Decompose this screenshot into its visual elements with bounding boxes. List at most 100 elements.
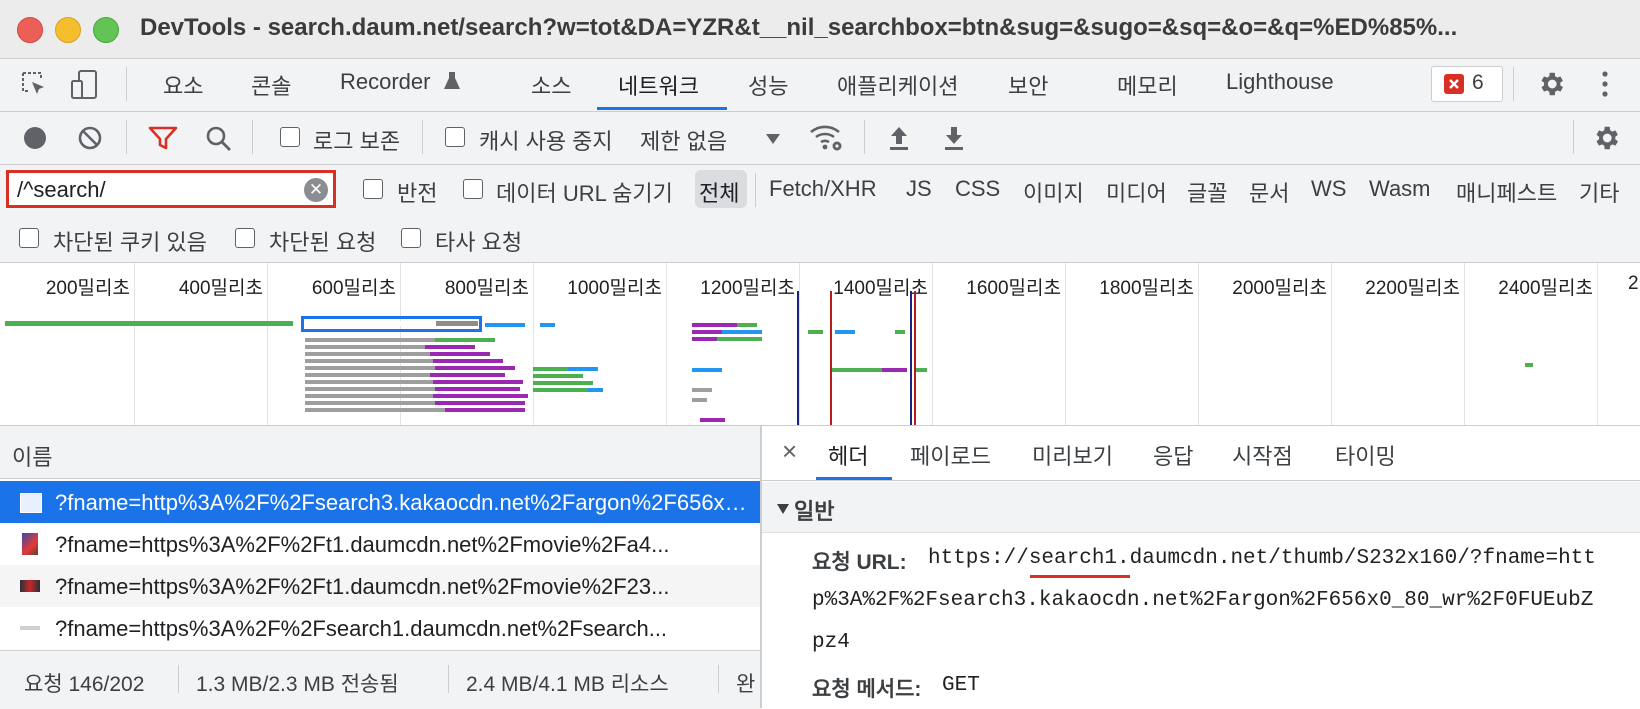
type-filter-ws[interactable]: WS	[1311, 176, 1346, 202]
divider	[718, 665, 719, 693]
tab-recorder[interactable]: Recorder	[340, 69, 461, 97]
table-row[interactable]: ?fname=https%3A%2F%2Ft1.daumcdn.net%2Fmo…	[0, 523, 760, 565]
import-har-icon[interactable]	[887, 124, 911, 157]
tab-lighthouse[interactable]: Lighthouse	[1226, 69, 1334, 95]
disable-cache-checkbox[interactable]	[445, 127, 465, 147]
request-list-header[interactable]: 이름	[0, 426, 760, 479]
table-row[interactable]: ?fname=https%3A%2F%2Fsearch1.daumcdn.net…	[0, 607, 760, 649]
filter-input[interactable]	[15, 175, 309, 205]
divider	[755, 173, 756, 207]
type-filter-all[interactable]: 전체	[699, 176, 739, 208]
waterfall-bar	[533, 367, 568, 371]
third-party-label: 타사 요청	[435, 230, 523, 255]
waterfall-bar	[835, 330, 855, 334]
blocked-requests-checkbox[interactable]	[235, 228, 255, 248]
timeline-gridline	[1597, 263, 1598, 425]
search-icon[interactable]	[205, 125, 233, 158]
close-window-button[interactable]	[17, 17, 43, 43]
tab-initiator[interactable]: 시작점	[1232, 439, 1293, 471]
throttling-select[interactable]: 제한 없음	[640, 124, 727, 156]
active-tab-indicator	[597, 107, 727, 110]
image-thumbnail-icon	[20, 626, 40, 630]
device-toolbar-icon[interactable]	[70, 69, 100, 106]
type-filter-wasm[interactable]: Wasm	[1369, 176, 1431, 202]
hide-data-urls-checkbox[interactable]	[463, 179, 483, 199]
type-filter-image[interactable]: 이미지	[1023, 176, 1084, 208]
tab-network[interactable]: 네트워크	[618, 69, 699, 101]
transferred-size: 1.3 MB/2.3 MB 전송됨	[196, 673, 399, 696]
request-url-value-line2: p%3A%2F%2Fsearch3.kakaocdn.net%2Fargon%2…	[812, 589, 1594, 612]
preserve-log-checkbox[interactable]	[280, 127, 300, 147]
tab-payload[interactable]: 페이로드	[910, 439, 991, 471]
type-filter-media[interactable]: 미디어	[1106, 176, 1167, 208]
tab-preview[interactable]: 미리보기	[1032, 439, 1113, 471]
third-party-checkbox[interactable]	[401, 228, 421, 248]
tab-application[interactable]: 애플리케이션	[837, 69, 958, 101]
waterfall-bar	[915, 368, 927, 372]
waterfall-bar	[305, 359, 433, 363]
clear-filter-icon[interactable]: ✕	[304, 178, 328, 202]
timeline-gridline	[799, 263, 800, 425]
inspect-element-icon[interactable]	[20, 70, 50, 105]
filter-input-box[interactable]: ✕	[6, 170, 336, 208]
type-filter-font[interactable]: 글꼴	[1187, 176, 1227, 208]
more-options-icon[interactable]	[1600, 69, 1610, 104]
name-column-header[interactable]: 이름	[12, 440, 52, 472]
tab-response[interactable]: 응답	[1153, 439, 1193, 471]
image-thumbnail-icon	[20, 493, 42, 513]
waterfall-bar	[305, 352, 430, 356]
type-filter-fetch-xhr[interactable]: Fetch/XHR	[769, 176, 877, 202]
divider	[178, 665, 179, 693]
minimize-window-button[interactable]	[55, 17, 81, 43]
table-row[interactable]: ?fname=https%3A%2F%2Ft1.daumcdn.net%2Fmo…	[0, 565, 760, 607]
timeline-tick-label: 2400밀리초	[1498, 278, 1593, 299]
type-filter-css[interactable]: CSS	[955, 176, 1000, 202]
settings-gear-icon[interactable]	[1536, 69, 1566, 104]
divider	[864, 120, 865, 154]
error-count-badge[interactable]: 6	[1431, 66, 1503, 102]
tab-elements[interactable]: 요소	[163, 69, 203, 101]
timeline-tick-label: 2000밀리초	[1232, 278, 1327, 299]
tab-memory[interactable]: 메모리	[1117, 69, 1178, 101]
close-details-icon[interactable]: ×	[782, 436, 797, 467]
record-icon[interactable]	[22, 125, 48, 156]
divider	[1513, 67, 1514, 101]
network-settings-gear-icon[interactable]	[1591, 123, 1621, 158]
timeline-gridline	[1198, 263, 1199, 425]
divider	[126, 67, 127, 101]
timeline-gridline	[134, 263, 135, 425]
filter-icon[interactable]	[148, 125, 178, 156]
tab-timing[interactable]: 타이밍	[1335, 439, 1396, 471]
invert-checkbox[interactable]	[363, 179, 383, 199]
blocked-cookies-checkbox[interactable]	[19, 228, 39, 248]
timeline-tick-label: 800밀리초	[444, 278, 529, 299]
zoom-window-button[interactable]	[93, 17, 119, 43]
clear-icon[interactable]	[77, 125, 103, 156]
request-method-value: GET	[942, 674, 980, 697]
waterfall-bar	[433, 380, 523, 384]
timeline-overview[interactable]: 200밀리초 400밀리초 600밀리초 800밀리초 1000밀리초 1200…	[0, 263, 1640, 426]
tab-sources[interactable]: 소스	[531, 69, 571, 101]
waterfall-bar	[568, 367, 598, 371]
type-filter-doc[interactable]: 문서	[1249, 176, 1289, 208]
divider	[448, 665, 449, 693]
general-section-header[interactable]: 일반	[762, 482, 1640, 533]
timeline-gridline	[1331, 263, 1332, 425]
tab-headers[interactable]: 헤더	[828, 439, 868, 471]
waterfall-bar	[1525, 363, 1533, 367]
finish-time-truncated: 완	[736, 673, 756, 696]
table-row-selected[interactable]: ?fname=http%3A%2F%2Fsearch3.kakaocdn.net…	[0, 481, 760, 523]
type-filter-js[interactable]: JS	[906, 176, 932, 202]
filter-bar: ✕ 반전 데이터 URL 숨기기 전체 Fetch/XHR JS CSS 이미지…	[0, 165, 1640, 215]
url-underline-annotation	[1030, 575, 1130, 578]
load-event-marker	[830, 291, 832, 425]
type-filter-manifest[interactable]: 매니페스트	[1456, 176, 1557, 208]
active-details-tab-indicator	[816, 477, 892, 480]
tab-performance[interactable]: 성능	[748, 69, 788, 101]
tab-security[interactable]: 보안	[1008, 69, 1048, 101]
export-har-icon[interactable]	[942, 124, 966, 157]
dropdown-arrow-icon[interactable]	[765, 132, 781, 150]
type-filter-other[interactable]: 기타	[1579, 176, 1619, 208]
network-conditions-icon[interactable]	[808, 122, 844, 157]
tab-console[interactable]: 콘솔	[251, 69, 291, 101]
